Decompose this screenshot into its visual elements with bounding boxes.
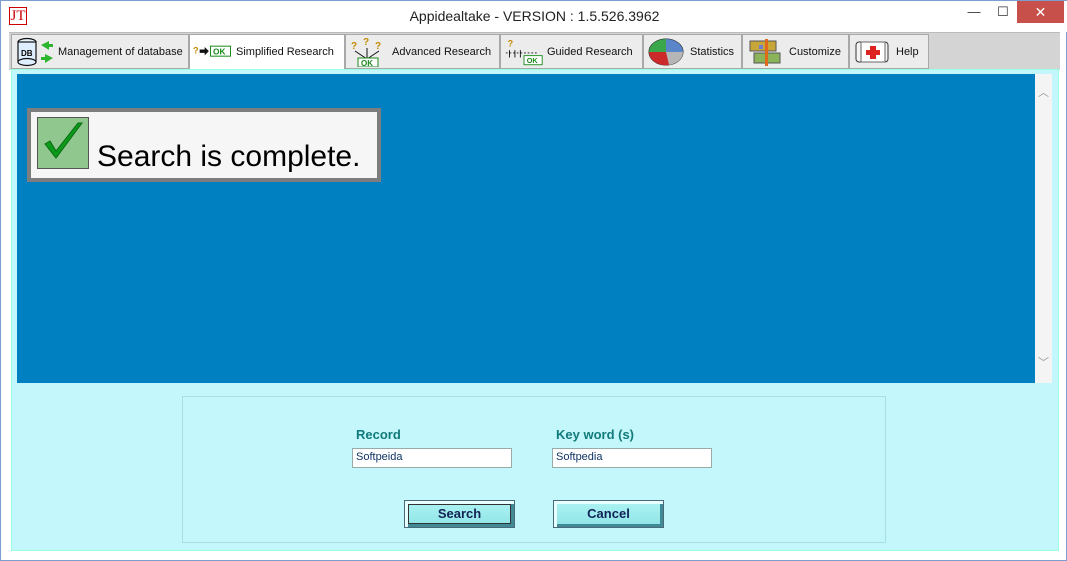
title-bar: JT Appidealtake - VERSION : 1.5.526.3962… (1, 1, 1067, 32)
tab-statistics[interactable]: Statistics (643, 34, 742, 69)
svg-text:?: ? (193, 46, 199, 56)
svg-text:OK: OK (527, 55, 539, 64)
tab-customize[interactable]: Customize (742, 34, 849, 69)
tab-bar: DB Management of database ? OK Simplifie… (9, 32, 1060, 70)
search-form: Record Softpeida Key word (s) Softpedia … (182, 396, 886, 543)
tab-label-statistics: Statistics (690, 45, 735, 58)
app-window: JT Appidealtake - VERSION : 1.5.526.3962… (0, 0, 1067, 561)
record-label: Record (356, 427, 401, 442)
customize-icon (746, 37, 786, 67)
keyword-label: Key word (s) (556, 427, 635, 442)
status-message-box: Search is complete. (27, 108, 381, 182)
svg-text:OK: OK (361, 59, 373, 67)
svg-text:?: ? (508, 38, 514, 48)
tab-label-customize: Customize (789, 45, 841, 58)
record-field[interactable]: Softpeida (352, 448, 512, 468)
maximize-button[interactable]: ☐ (989, 1, 1017, 23)
scroll-down-icon[interactable]: ﹀ (1037, 354, 1050, 370)
tab-help[interactable]: Help (849, 34, 929, 69)
tab-guided-research[interactable]: ? OK Guided Research (500, 34, 643, 69)
first-aid-icon (853, 37, 893, 67)
results-panel: Search is complete. (17, 74, 1035, 383)
close-button[interactable]: ✕ (1017, 1, 1064, 23)
svg-text:?: ? (351, 41, 357, 52)
search-button[interactable]: Search (404, 500, 515, 528)
simplified-research-icon: ? OK (193, 37, 233, 67)
svg-text:OK: OK (213, 47, 226, 57)
svg-text:DB: DB (21, 49, 33, 58)
svg-text:?: ? (363, 37, 369, 48)
minimize-button[interactable]: — (959, 1, 989, 23)
cancel-button[interactable]: Cancel (553, 500, 664, 528)
checkmark-icon (37, 117, 89, 169)
tab-label-help: Help (896, 45, 919, 58)
window-title: Appidealtake - VERSION : 1.5.526.3962 (409, 8, 660, 24)
database-icon: DB (15, 37, 55, 67)
scroll-up-icon[interactable]: ︿ (1037, 84, 1050, 100)
keyword-field[interactable]: Softpedia (552, 448, 712, 468)
guided-research-icon: ? OK (504, 37, 544, 67)
svg-text:?: ? (375, 41, 381, 52)
tab-label-management-of-database: Management of database (58, 45, 183, 58)
advanced-research-icon: ? ? ? OK (349, 37, 389, 67)
tab-label-guided-research: Guided Research (547, 45, 633, 58)
vertical-scrollbar[interactable]: ︿ ﹀ (1035, 74, 1052, 383)
tab-management-of-database[interactable]: DB Management of database (11, 34, 189, 69)
status-message: Search is complete. (97, 140, 361, 173)
tab-simplified-research[interactable]: ? OK Simplified Research (189, 34, 345, 70)
pie-chart-icon (647, 37, 687, 67)
tab-label-advanced-research: Advanced Research (392, 45, 492, 58)
tab-label-simplified-research: Simplified Research (236, 46, 334, 58)
tab-advanced-research[interactable]: ? ? ? OK Advanced Research (345, 34, 500, 69)
